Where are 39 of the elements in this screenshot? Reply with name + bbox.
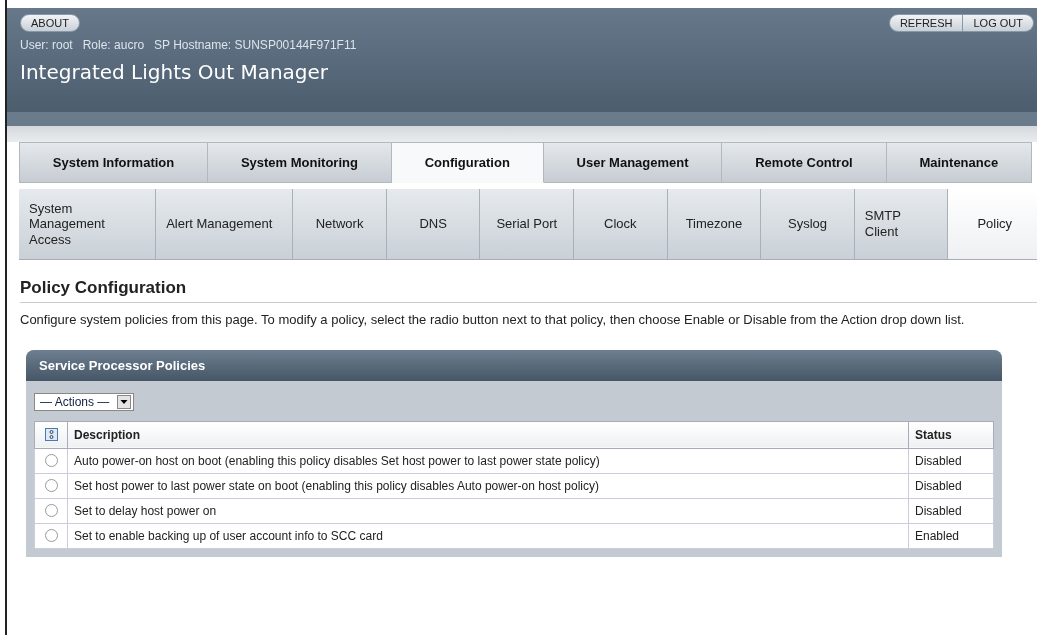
radio-button[interactable] — [44, 454, 58, 468]
sub-tab[interactable]: System Management Access — [19, 189, 157, 259]
sub-tab[interactable]: Serial Port — [480, 189, 575, 259]
table-cell: Disabled — [908, 473, 994, 499]
column-header: Description — [67, 421, 909, 449]
sub-tab[interactable]: Alert Management — [156, 189, 294, 259]
table-cell: Set to enable backing up of user account info to SCC card — [67, 523, 909, 549]
sub-tab[interactable]: Clock — [574, 189, 668, 259]
column-header: Status — [908, 421, 994, 449]
page-title: Policy Configuration — [20, 278, 1037, 303]
sub-tab[interactable]: Syslog — [761, 189, 855, 259]
sub-tab[interactable]: DNS — [386, 189, 481, 259]
user-info: User: root Role: aucro SP Hostname: SUNSP00144F971F11 — [20, 38, 358, 52]
nav-tab[interactable]: Configuration — [391, 142, 544, 183]
table-cell: Set host power to last power state on boot (enabling this policy disables Auto power-on host policy) — [67, 473, 909, 499]
nav-tab[interactable]: System Monitoring — [208, 142, 392, 183]
sub-tab[interactable]: Network — [293, 189, 387, 259]
nav-tab[interactable]: Maintenance — [886, 142, 1033, 183]
logout-button[interactable]: LOG OUT — [963, 14, 1034, 32]
sub-tab[interactable]: SMTP Client — [854, 189, 949, 259]
table-cell: Disabled — [908, 448, 994, 474]
table-cell: Set to delay host power on — [67, 498, 909, 524]
radio-button[interactable] — [44, 504, 58, 518]
sub-tab[interactable]: Timezone — [667, 189, 762, 259]
nav-tab[interactable]: Remote Control — [722, 142, 887, 183]
page-description: Configure system policies from this page. To modify a policy, select the radio button next to that policy, then choose Enable or Disable from the Action drop down list. — [20, 311, 966, 329]
refresh-button[interactable]: REFRESH — [888, 14, 964, 32]
nav-tab[interactable]: User Management — [543, 142, 723, 183]
about-button[interactable]: ABOUT — [20, 14, 80, 32]
radio-button[interactable] — [44, 479, 58, 493]
table-cell: Auto power-on host on boot (enabling this policy disables Set host power to last power state policy) — [67, 448, 909, 474]
select-all-icon[interactable] — [44, 428, 58, 442]
table-cell: Disabled — [908, 498, 994, 524]
table-cell: Enabled — [908, 523, 994, 549]
nav-tab[interactable]: System Information — [19, 142, 209, 183]
actions-dropdown[interactable]: — Actions — — [34, 392, 135, 411]
radio-button[interactable] — [44, 529, 58, 543]
panel-title: Service Processor Policies — [26, 349, 1002, 381]
app-title: Integrated Lights Out Manager — [20, 60, 330, 84]
